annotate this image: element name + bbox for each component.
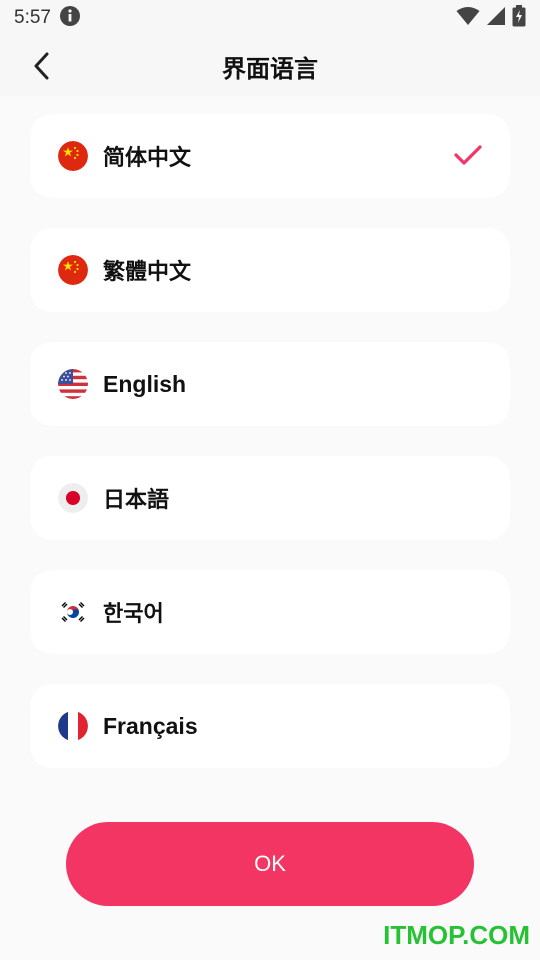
back-button[interactable] xyxy=(24,50,60,86)
ok-button[interactable]: OK xyxy=(66,822,474,906)
status-left: 5:57 xyxy=(14,5,81,31)
chevron-left-icon xyxy=(32,52,52,84)
info-icon xyxy=(59,5,81,31)
japan-flag-icon xyxy=(58,483,88,513)
status-time: 5:57 xyxy=(14,7,51,28)
language-item-korean[interactable]: 한국어 xyxy=(30,570,510,654)
status-right xyxy=(456,5,526,31)
usa-flag-icon xyxy=(58,369,88,399)
language-item-french[interactable]: Français xyxy=(30,684,510,768)
ok-button-label: OK xyxy=(254,851,286,876)
signal-icon xyxy=(486,6,506,30)
battery-icon xyxy=(512,5,526,31)
language-label: 简体中文 xyxy=(103,146,192,171)
language-label: English xyxy=(103,370,187,397)
language-label: Français xyxy=(103,712,198,739)
wifi-icon xyxy=(456,6,480,30)
china-flag-icon xyxy=(58,141,88,171)
language-item-english[interactable]: English xyxy=(30,342,510,426)
app-header: 界面语言 xyxy=(0,36,540,96)
language-item-simplified-chinese[interactable]: 简体中文 xyxy=(30,114,510,198)
status-bar: 5:57 xyxy=(0,0,540,36)
page-title: 界面语言 xyxy=(222,54,318,83)
watermark-text: ITMOP.COM xyxy=(383,920,530,950)
language-label: 日本語 xyxy=(103,488,170,513)
language-label: 한국어 xyxy=(103,602,164,627)
language-list: 简体中文 繁體中文 English 日本語 한국어 Français xyxy=(30,114,510,798)
language-item-traditional-chinese[interactable]: 繁體中文 xyxy=(30,228,510,312)
china-flag-icon xyxy=(58,255,88,285)
language-item-japanese[interactable]: 日本語 xyxy=(30,456,510,540)
checkmark-icon xyxy=(454,142,482,170)
france-flag-icon xyxy=(58,711,88,741)
korea-flag-icon xyxy=(58,597,88,627)
language-label: 繁體中文 xyxy=(103,260,192,285)
